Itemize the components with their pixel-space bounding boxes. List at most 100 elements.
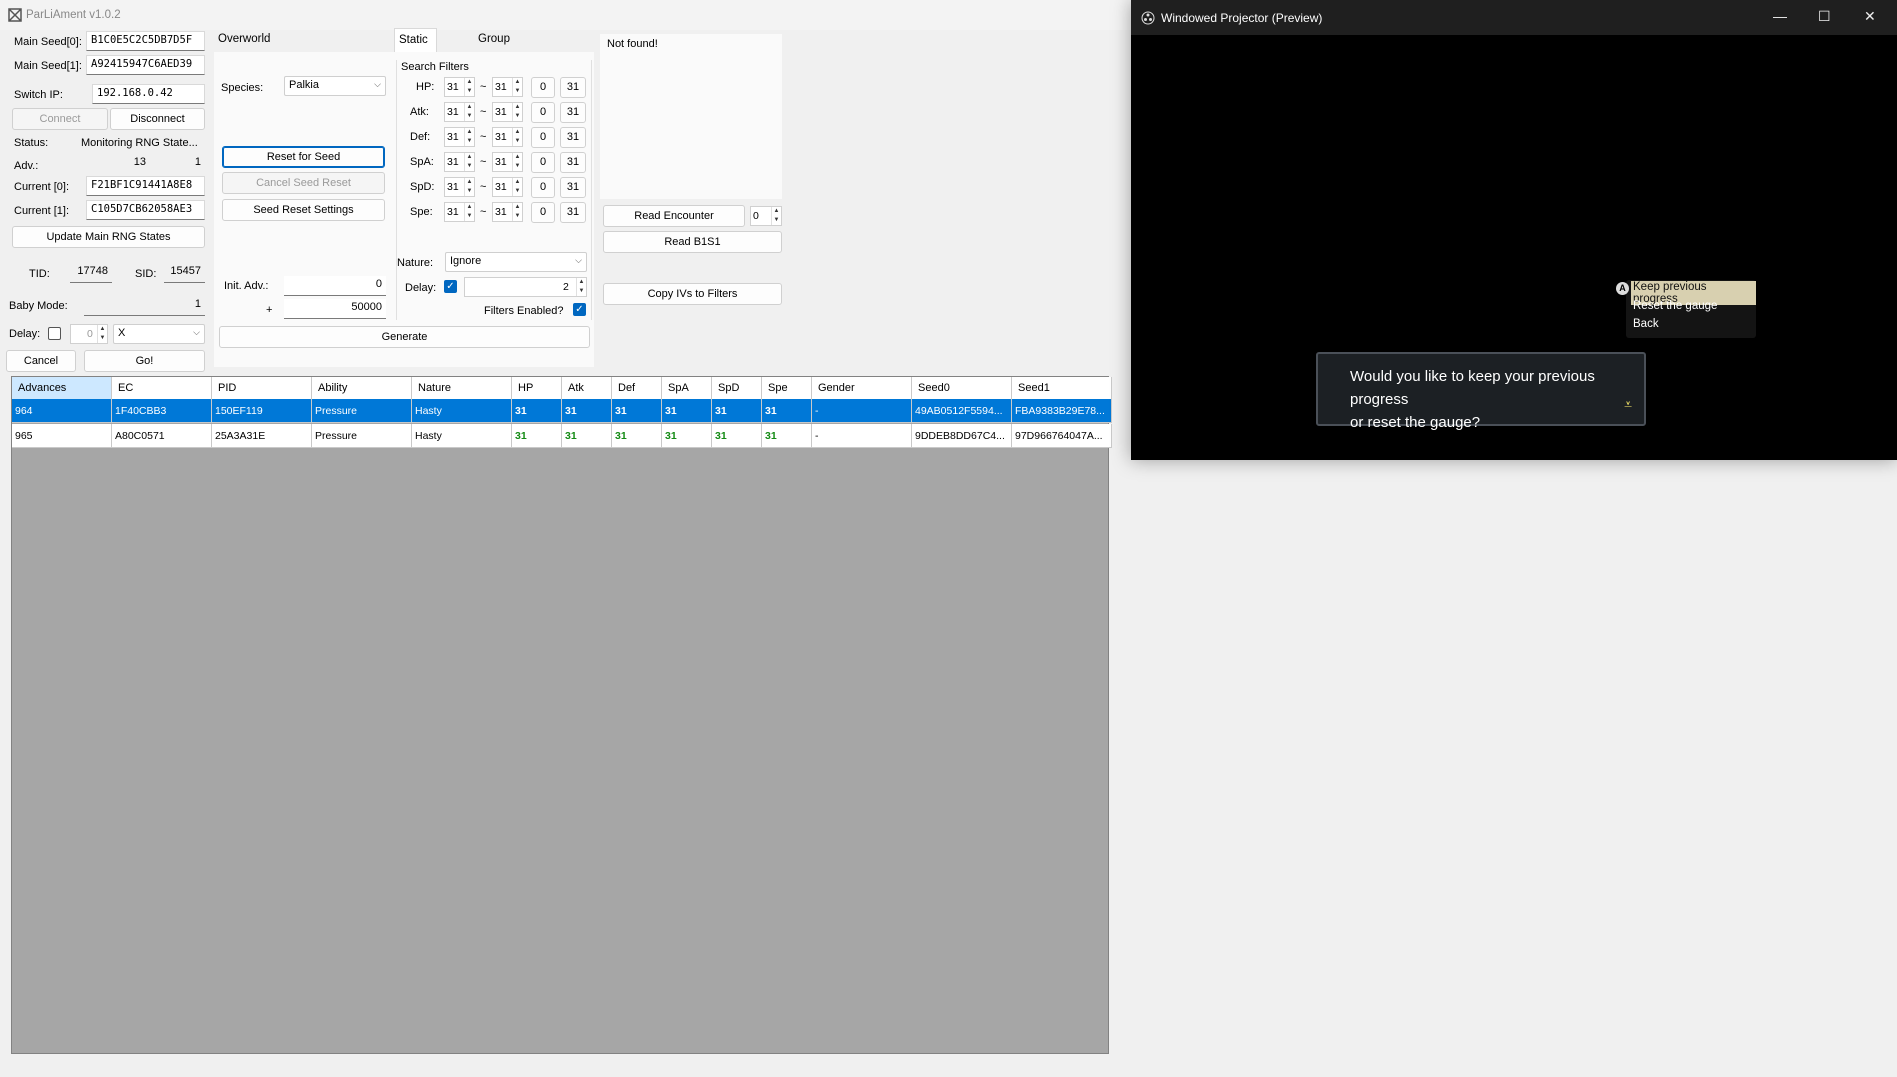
column-header[interactable]: HP: [512, 377, 562, 399]
delay-spinner[interactable]: 0 ▲ ▼: [70, 324, 108, 344]
table-cell: 9DDEB8DD67C4...: [912, 424, 1012, 448]
delay-checkbox[interactable]: [48, 327, 61, 340]
stat-min-spinner[interactable]: 31 ▲ ▼: [444, 127, 475, 147]
minimize-icon[interactable]: —: [1773, 8, 1787, 24]
stat-set-min-button[interactable]: 0: [531, 102, 555, 123]
stat-set-max-button[interactable]: 31: [560, 77, 586, 98]
disconnect-button[interactable]: Disconnect: [110, 108, 205, 130]
column-header[interactable]: Gender: [812, 377, 912, 399]
go-button[interactable]: Go!: [84, 350, 205, 372]
spinner-arrows-icon: ▲ ▼: [464, 78, 474, 96]
encounter-index-spinner[interactable]: 0 ▲ ▼: [750, 206, 782, 226]
column-header[interactable]: SpA: [662, 377, 712, 399]
stat-label: SpD:: [410, 181, 435, 193]
stat-max-spinner[interactable]: 31 ▲ ▼: [492, 177, 523, 197]
spinner-arrows-icon: ▲ ▼: [771, 207, 781, 225]
stat-set-max-button[interactable]: 31: [560, 152, 586, 173]
main-seed0-label: Main Seed[0]:: [14, 36, 82, 48]
menu-back: Back: [1633, 318, 1659, 330]
current1-field[interactable]: C105D7CB62058AE3: [86, 200, 205, 220]
stat-max-spinner[interactable]: 31 ▲ ▼: [492, 152, 523, 172]
current0-field[interactable]: F21BF1C91441A8E8: [86, 176, 205, 196]
table-cell: Hasty: [412, 399, 512, 423]
maximize-icon[interactable]: ☐: [1818, 8, 1831, 25]
init-adv-field[interactable]: 0: [284, 276, 386, 296]
filters-enabled-label: Filters Enabled?: [484, 305, 564, 317]
spinner-arrows-icon: ▲ ▼: [576, 278, 586, 296]
spinner-arrows-icon: ▲ ▼: [512, 103, 522, 121]
dialog-line-1: Would you like to keep your previous pro…: [1350, 368, 1595, 408]
stat-set-max-button[interactable]: 31: [560, 202, 586, 223]
close-icon[interactable]: ✕: [1864, 8, 1876, 25]
column-header[interactable]: EC: [112, 377, 212, 399]
seed-reset-settings-button[interactable]: Seed Reset Settings: [222, 199, 385, 221]
table-cell: 25A3A31E: [212, 424, 312, 448]
read-b1s1-button[interactable]: Read B1S1: [603, 231, 782, 253]
table-cell: 31: [512, 399, 562, 423]
read-encounter-button[interactable]: Read Encounter: [603, 205, 745, 227]
stat-set-max-button[interactable]: 31: [560, 102, 586, 123]
copy-ivs-button[interactable]: Copy IVs to Filters: [603, 283, 782, 305]
table-row[interactable]: 964 1F40CBB3 150EF119 Pressure Hasty 31 31 31 31…: [12, 399, 1112, 423]
stat-set-min-button[interactable]: 0: [531, 202, 555, 223]
adv-label: Adv.:: [14, 160, 39, 172]
stat-min-spinner[interactable]: 31 ▲ ▼: [444, 202, 475, 222]
species-combo[interactable]: Palkia ⌵: [284, 76, 386, 96]
column-header[interactable]: Advances: [12, 377, 112, 399]
tab-overworld-legendary[interactable]: Overworld Legendary (Spawner): [214, 28, 276, 89]
filters-enabled-checkbox[interactable]: ✓: [573, 303, 586, 316]
range-tilde: ~: [480, 81, 487, 93]
column-header[interactable]: Seed1: [1012, 377, 1112, 399]
delay-key-combo[interactable]: X ⌵: [113, 324, 205, 344]
stat-label: Spe:: [410, 206, 433, 218]
table-row[interactable]: 965 A80C0571 25A3A31E Pressure Hasty 31 31 31 31…: [12, 424, 1112, 448]
tab-static-main[interactable]: Static (Main): [394, 28, 437, 68]
stat-set-max-button[interactable]: 31: [560, 127, 586, 148]
stat-set-max-button[interactable]: 31: [560, 177, 586, 198]
column-header[interactable]: Seed0: [912, 377, 1012, 399]
main-seed1-field[interactable]: A92415947C6AED39: [86, 55, 205, 75]
stat-min-spinner[interactable]: 31 ▲ ▼: [444, 152, 475, 172]
not-found-text: Not found!: [607, 38, 658, 50]
adv-field-b: 1: [152, 154, 205, 174]
stat-max-spinner[interactable]: 31 ▲ ▼: [492, 77, 523, 97]
stat-set-min-button[interactable]: 0: [531, 177, 555, 198]
filter-delay-checkbox[interactable]: ✓: [444, 280, 457, 293]
plus-field[interactable]: 50000: [284, 299, 386, 319]
stat-max-spinner[interactable]: 31 ▲ ▼: [492, 102, 523, 122]
reset-for-seed-button[interactable]: Reset for Seed: [222, 146, 385, 168]
update-rng-button[interactable]: Update Main RNG States: [12, 226, 205, 248]
column-header[interactable]: Ability: [312, 377, 412, 399]
column-header[interactable]: Atk: [562, 377, 612, 399]
tab-group-seed-solver[interactable]: Group Seed Solver: [474, 28, 515, 89]
range-tilde: ~: [480, 181, 487, 193]
column-header[interactable]: Nature: [412, 377, 512, 399]
stat-min-spinner[interactable]: 31 ▲ ▼: [444, 102, 475, 122]
switch-ip-field[interactable]: 192.168.0.42: [92, 84, 205, 104]
stat-max-spinner[interactable]: 31 ▲ ▼: [492, 127, 523, 147]
table-cell: 31: [562, 424, 612, 448]
cancel-button[interactable]: Cancel: [6, 350, 76, 372]
stat-max-spinner[interactable]: 31 ▲ ▼: [492, 202, 523, 222]
baby-mode-field[interactable]: 1: [84, 296, 205, 316]
stat-set-min-button[interactable]: 0: [531, 77, 555, 98]
tid-field[interactable]: 17748: [70, 263, 112, 283]
column-header[interactable]: SpD: [712, 377, 762, 399]
stat-min-spinner[interactable]: 31 ▲ ▼: [444, 177, 475, 197]
nature-combo[interactable]: Ignore ⌵: [445, 252, 587, 272]
stat-set-min-button[interactable]: 0: [531, 152, 555, 173]
table-cell: -: [812, 399, 912, 423]
connect-button[interactable]: Connect: [12, 108, 108, 130]
column-header[interactable]: Spe: [762, 377, 812, 399]
stat-min-spinner[interactable]: 31 ▲ ▼: [444, 77, 475, 97]
sid-field[interactable]: 15457: [164, 263, 205, 283]
filter-delay-spinner[interactable]: 2 ▲ ▼: [464, 277, 587, 297]
stat-set-min-button[interactable]: 0: [531, 127, 555, 148]
column-header[interactable]: PID: [212, 377, 312, 399]
column-header[interactable]: Def: [612, 377, 662, 399]
main-seed0-field[interactable]: B1C0E5C2C5DB7D5F: [86, 31, 205, 51]
generate-button[interactable]: Generate: [219, 326, 590, 348]
cancel-seed-reset-button[interactable]: Cancel Seed Reset: [222, 172, 385, 194]
results-grid[interactable]: Advances EC PID Ability Nature HP Atk Def SpA SpD…: [11, 376, 1112, 1054]
chevron-down-icon: ⌵: [193, 327, 200, 337]
